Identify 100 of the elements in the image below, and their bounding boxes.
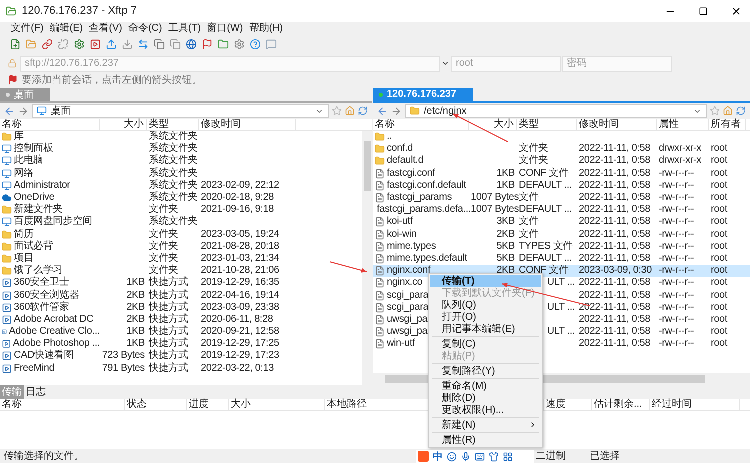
column-header[interactable]: 大小 [229,399,325,410]
file-name[interactable]: 网络 [14,168,34,180]
file-name[interactable]: mime.types [387,240,436,253]
file-name[interactable]: OneDrive [14,192,55,204]
file-name[interactable]: 新建文件夹 [14,204,64,216]
column-header[interactable]: 进度 [187,399,229,410]
file-name[interactable]: FreeMind [14,362,55,375]
copy-icon[interactable] [154,39,165,50]
globe-icon[interactable] [186,39,197,50]
file-name[interactable]: 控制面板 [14,143,54,156]
chat-icon[interactable] [266,39,277,50]
file-name[interactable]: Administrator [14,180,70,192]
column-header[interactable]: 估计剩余... [592,399,650,410]
table-cell-text: CONF 文件 [518,265,570,278]
file-name[interactable]: scgi_para [387,290,429,302]
file-name[interactable]: .. [387,131,392,144]
ime-mode[interactable]: 中 [433,450,443,463]
folder-icon[interactable] [26,39,37,50]
column-header[interactable]: 名称 [373,119,469,130]
file-name[interactable]: Adobe Photoshop ... [13,338,100,350]
file-name[interactable]: koi-utf [387,216,413,228]
unlink-icon[interactable] [58,39,69,50]
file-name[interactable]: uwsgi_pa [387,314,428,326]
menu-item[interactable]: 编辑(E) [46,22,86,35]
menu-item[interactable]: 新建(N) [430,419,541,431]
path-field[interactable]: /etc/nginx [405,104,707,118]
file-name[interactable]: 360安全浏览器 [14,290,80,302]
column-header[interactable]: 类型 [517,119,577,130]
column-header[interactable]: 经过时间 [650,399,740,410]
path-field[interactable]: 桌面 [32,104,329,118]
file-name[interactable]: conf.d [387,143,414,156]
menu-item[interactable]: 删除(D) [430,392,541,404]
menu-item[interactable]: 更改权限(H)... [430,404,541,416]
file-name[interactable]: 库 [14,131,24,144]
column-header[interactable]: 修改时间 [199,119,296,130]
folder-icon[interactable] [218,39,229,50]
file-name[interactable]: 项目 [14,252,34,265]
menu-item[interactable]: 复制路径(Y) [430,365,541,377]
menu-item[interactable]: 帮助(H) [246,22,286,35]
column-header[interactable]: 状态 [125,399,187,410]
column-header[interactable]: 所有者 [709,119,746,130]
menu-item[interactable]: 文件(F) [8,22,47,35]
flag-icon[interactable] [202,39,213,50]
username-field[interactable]: root [451,56,561,72]
menu-item[interactable]: 命令(C) [125,22,166,35]
file-name[interactable]: 面试必背 [14,240,54,253]
gear-icon[interactable] [74,39,85,50]
file-name[interactable]: nginx.co [387,277,423,290]
column-header[interactable]: 名称 [0,119,100,130]
file-name[interactable]: fastcgi.conf [387,168,436,180]
swap-icon[interactable] [138,39,149,50]
menu-item[interactable]: 查看(V) [86,22,126,35]
file-name[interactable]: uwsgi_pa [387,326,428,338]
file-name[interactable]: win-utf [387,338,416,350]
file-name[interactable]: 360软件管家 [14,302,70,314]
file-name[interactable]: fastcgi_params [387,192,452,204]
menu-item[interactable]: 用记事本编辑(E) [430,323,541,335]
address-field[interactable]: sftp://120.76.176.237 [20,56,440,72]
menu-item[interactable]: 窗口(W) [204,22,246,35]
menu-item[interactable]: 传输(T) [430,275,541,287]
scrollbar[interactable] [362,131,372,385]
file-name[interactable]: 简历 [14,228,34,241]
pane-tab[interactable]: 120.76.176.237 [373,88,473,101]
file-name[interactable]: fastcgi_params.defa... [377,204,471,216]
column-header[interactable]: 大小 [469,119,517,130]
ime-logo-icon[interactable] [418,451,429,462]
new-file-icon[interactable] [10,39,21,50]
link-icon[interactable] [42,39,53,50]
file-name[interactable]: Adobe Creative Clo... [9,326,100,338]
password-field[interactable]: 密码 [562,56,672,72]
file-name[interactable]: default.d [387,155,424,168]
menu-item[interactable]: 工具(T) [165,22,204,35]
copy-icon[interactable] [170,39,181,50]
file-name[interactable]: nginx.conf [387,265,431,278]
column-header[interactable]: 属性 [657,119,709,130]
column-header[interactable]: 类型 [147,119,199,130]
column-header[interactable]: 大小 [100,119,147,130]
file-name[interactable]: CAD快速看图 [14,350,74,362]
file-name[interactable]: 饿了么学习 [14,265,64,278]
play-icon[interactable] [90,39,101,50]
download-icon[interactable] [122,39,133,50]
file-name[interactable]: 360安全卫士 [14,277,70,290]
menu-item[interactable]: 复制(C) [430,338,541,350]
file-name[interactable]: 此电脑 [14,155,44,168]
file-name[interactable]: fastcgi.conf.default [387,180,466,192]
file-name[interactable]: koi-win [387,228,417,241]
menu-item[interactable]: 属性(R) [430,434,541,446]
column-header[interactable]: 修改时间 [577,119,657,130]
file-name[interactable]: mime.types.default [387,252,468,265]
settings-icon[interactable] [234,39,245,50]
menu-item[interactable]: 打开(O) [430,311,541,323]
menu-item[interactable]: 队列(Q) [430,299,541,311]
file-name[interactable]: Adobe Acrobat DC [14,314,94,326]
file-name[interactable]: 百度网盘同步空间 [14,216,92,228]
column-header[interactable]: 名称 [0,399,125,410]
help-icon[interactable] [250,39,261,50]
menu-item[interactable]: 重命名(M) [430,380,541,392]
file-name[interactable]: scgi_para [387,302,429,314]
column-header[interactable]: 速度 [544,399,592,410]
upload-icon[interactable] [106,39,117,50]
